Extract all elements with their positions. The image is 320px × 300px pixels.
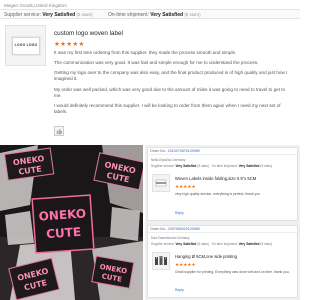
- order-number-link[interactable]: 2407060020120989: [168, 227, 200, 231]
- order-buyer: Davi Damebonda Germany: [151, 236, 190, 240]
- order-reviews-panel: Order No.: 2310070870120989 Nella Dysoli…: [145, 145, 300, 300]
- supplier-service-value: Very Satisfied: [42, 12, 76, 18]
- order-no-label: Order No.:: [150, 227, 167, 232]
- shipment-value: Very Satisfied: [150, 12, 184, 18]
- thumbs-up-icon[interactable]: [54, 126, 64, 136]
- order-review-card: Order No.: 2407060020120989 Davi Damebon…: [147, 225, 298, 298]
- review-title[interactable]: custom logo woven label: [54, 30, 123, 37]
- review-paragraph: My order was well packed, which was very…: [54, 86, 286, 98]
- order-rating-summary: Supplier service: Very Satisfied (5 star…: [151, 242, 272, 246]
- order-item-stars: ★★★★★: [175, 262, 196, 267]
- reply-link[interactable]: Reply: [175, 211, 184, 215]
- review-paragraph: The communication was very good. It was …: [54, 60, 259, 66]
- buyer-name: Megan Goods,United Kingdom: [4, 3, 67, 8]
- supplier-service-count: (5 stars): [76, 12, 93, 17]
- thumbnail-logo-text: LOGO LOGO: [14, 43, 38, 47]
- order-review-text: Great supplier for printing. Everything …: [175, 270, 290, 274]
- review-panel: Megan Goods,United Kingdom Supplier serv…: [0, 0, 300, 145]
- review-paragraph: I would definitely recommend this suppli…: [54, 102, 281, 114]
- supplier-service-label: Supplier service:: [151, 164, 175, 168]
- shipment-value: Very Satisfied: [238, 164, 260, 168]
- shipment-label: On-time shipment:: [211, 164, 238, 168]
- order-header: Order No.: 2407060020120989: [148, 226, 297, 233]
- reply-link[interactable]: Reply: [175, 288, 184, 292]
- review-paragraph: It was my first time ordering from this …: [54, 50, 237, 55]
- shipment-count: (5 stars): [184, 12, 201, 17]
- order-rating-summary: Supplier service: Very Satisfied (5 star…: [151, 164, 272, 168]
- order-number-link[interactable]: 2310070870120989: [168, 149, 200, 153]
- order-item-title[interactable]: Hanging Ø 5CM,one side printing: [175, 254, 237, 259]
- product-photo-illustration: ONEKO CUTE ONEKO CUTE ONEKO CUTE ONEKO C…: [0, 145, 143, 300]
- folded-label-image: [155, 179, 167, 187]
- order-thumbnail[interactable]: [152, 174, 170, 192]
- shipment-count: (5 stars): [260, 242, 273, 246]
- label-text: CUTE: [46, 225, 82, 241]
- review-paragraph: Getting my logo over to the company was …: [54, 70, 288, 82]
- supplier-service-count: (5 stars): [197, 164, 209, 168]
- order-no-label: Order No.:: [150, 149, 167, 154]
- shipment-count: (5 stars): [260, 164, 273, 168]
- shipment-value: Very Satisfied: [238, 242, 260, 246]
- product-photo[interactable]: ONEKO CUTE ONEKO CUTE ONEKO CUTE ONEKO C…: [0, 145, 143, 300]
- supplier-service-count: (5 stars): [197, 242, 209, 246]
- review-body: It was my first time ordering from this …: [54, 50, 294, 119]
- shipment-label: On-time shipment:: [108, 12, 149, 18]
- hang-tags-image: [155, 256, 167, 265]
- order-review-text: very high quality service. everything is…: [175, 192, 260, 196]
- order-review-card: Order No.: 2310070870120989 Nella Dysoli…: [147, 147, 298, 221]
- supplier-service-value: Very Satisfied: [175, 164, 197, 168]
- order-item-stars: ★★★★★: [175, 184, 196, 189]
- supplier-service-value: Very Satisfied: [175, 242, 197, 246]
- order-thumbnail[interactable]: [152, 252, 170, 270]
- supplier-service-label: Supplier service:: [4, 12, 41, 18]
- woven-label-image: LOGO LOGO: [12, 37, 40, 55]
- review-stars: ★★★★★: [54, 41, 85, 48]
- supplier-service-label: Supplier service:: [151, 242, 175, 246]
- order-buyer: Nella Dysolido Germany: [151, 158, 186, 162]
- order-item-title[interactable]: Woven Labels inside folding,size 0.5"x 5…: [175, 176, 256, 181]
- order-header: Order No.: 2310070870120989: [148, 148, 297, 155]
- rating-summary: Supplier service: Very Satisfied (5 star…: [0, 9, 300, 19]
- product-thumbnail[interactable]: LOGO LOGO: [5, 25, 46, 66]
- shipment-label: On-time shipment:: [211, 242, 238, 246]
